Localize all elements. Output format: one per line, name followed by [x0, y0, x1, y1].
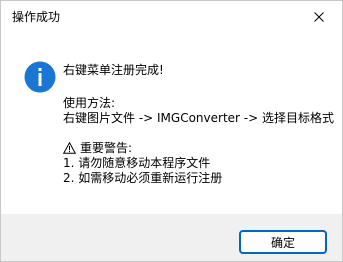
dialog-content: 右键菜单注册完成! 使用方法: 右键图片文件 -> IMGConverter -… — [1, 33, 342, 214]
usage-text: 右键图片文件 -> IMGConverter -> 选择目标格式 — [63, 111, 334, 125]
title-bar[interactable]: 操作成功 — [1, 1, 342, 33]
info-icon — [24, 61, 56, 93]
warning-triangle-icon — [63, 142, 76, 154]
warning-item-2: 2. 如需移动必须重新运行注册 — [63, 171, 223, 185]
dialog-title: 操作成功 — [12, 10, 61, 24]
usage-heading: 使用方法: — [63, 96, 116, 110]
message-dialog: 操作成功 右键菜单注册完成! 使用方法: 右键图片文件 -> IMGConver… — [0, 0, 343, 262]
close-icon — [314, 12, 324, 22]
warning-heading-row: 重要警告: — [63, 141, 132, 156]
warning-heading: 重要警告: — [80, 141, 133, 155]
warning-item-1: 1. 请勿随意移动本程序文件 — [63, 156, 211, 170]
ok-button[interactable]: 确定 — [239, 230, 327, 254]
message-line-1: 右键菜单注册完成! — [63, 63, 164, 77]
close-button[interactable] — [296, 1, 342, 33]
button-bar: 确定 — [1, 214, 342, 261]
